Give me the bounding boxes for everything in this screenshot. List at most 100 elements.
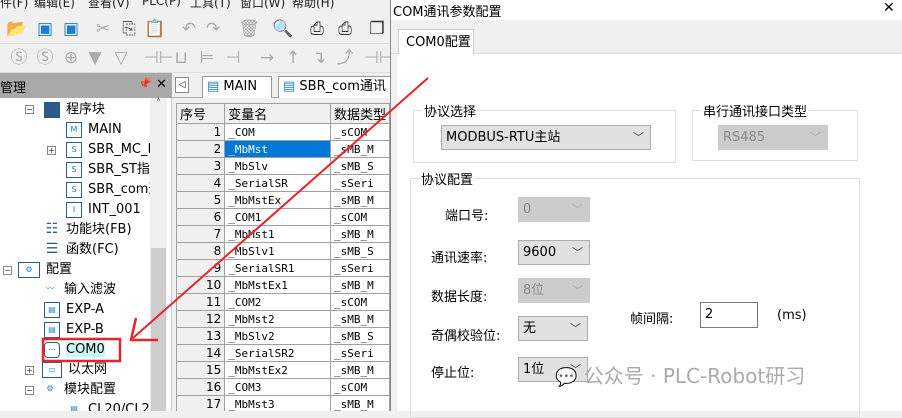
table-row[interactable]: 5 _MbMstEx _sMB_M — [176, 191, 390, 209]
protocol-select[interactable]: MODBUS-RTU主站 ﹀ — [441, 125, 651, 150]
data-type[interactable]: _sMB_S — [329, 242, 390, 260]
contact-nc-icon[interactable]: ⊣⊢ — [364, 47, 394, 69]
tree-item-config[interactable]: ⚙ 配置 — [18, 260, 72, 280]
menu-window[interactable]: 窗口(W) — [240, 0, 285, 11]
variable-name[interactable]: _MbMstEx1 — [224, 276, 331, 294]
variable-name[interactable]: _SerialSR — [224, 174, 331, 192]
window-icon[interactable]: ❐ — [366, 18, 388, 40]
line-up-icon[interactable]: ⤴ — [334, 47, 356, 69]
col-header-type[interactable]: 数据类型 — [329, 103, 390, 124]
table-row[interactable]: 1 _COM _sCOM — [176, 123, 390, 141]
menu-edit[interactable]: 编辑(E) — [34, 0, 75, 11]
menu-file[interactable]: 件(F) — [0, 0, 28, 11]
table-row[interactable]: 16 _COM3 _sCOM — [176, 378, 390, 396]
variable-name[interactable]: _MbMst3 — [224, 395, 331, 411]
variable-name[interactable]: _MbMst2 — [224, 310, 331, 328]
table-row[interactable]: 10 _MbMstEx1 _sMB_M — [176, 276, 390, 294]
save-icon[interactable]: ▣ — [34, 18, 56, 40]
table-row[interactable]: 11 _COM2 _sCOM — [176, 293, 390, 311]
close-icon[interactable]: ✕ — [883, 0, 895, 16]
copy-icon[interactable]: ⎘ — [118, 18, 140, 40]
interface-type-select[interactable]: RS485 ﹀ — [718, 125, 828, 150]
variable-name[interactable]: _MbMst — [224, 140, 331, 158]
tree-item-main[interactable]: M MAIN — [66, 120, 122, 140]
table-row[interactable]: 17 _MbMst3 _sMB_M — [176, 395, 390, 411]
variable-name[interactable]: _MbMst1 — [224, 225, 331, 243]
data-type[interactable]: _sSeri — [329, 259, 390, 277]
data-type[interactable]: _sMB_M — [329, 191, 390, 209]
hline-icon[interactable]: → — [256, 47, 278, 69]
paste-icon[interactable]: 📋 — [144, 18, 166, 40]
tab-scroll-left-icon[interactable]: ◁ — [175, 77, 189, 93]
contact-icon[interactable]: ⊕ — [60, 47, 82, 69]
table-row[interactable]: 14 _SerialSR2 _sSeri — [176, 344, 390, 362]
data-type[interactable]: _sCOM — [329, 208, 390, 226]
baud-select[interactable]: 9600 ﹀ — [518, 240, 590, 265]
table-row[interactable]: 15 _MbMstEx2 _sMB_M — [176, 361, 390, 379]
print-preview-icon[interactable]: ⎙ — [306, 18, 328, 40]
tree-item-input-filter[interactable]: 〰输入滤波 — [42, 280, 116, 300]
table-row[interactable]: 13 _MbSlv2 _sMB_S — [176, 327, 390, 345]
vline-icon[interactable]: ↑ — [282, 47, 304, 69]
tree-item-cl20[interactable]: ▤ CL20/CL20 — [66, 400, 158, 411]
variable-name[interactable]: _COM2 — [224, 293, 331, 311]
tree-item-sbr-mc[interactable]: S SBR_MC_R — [66, 140, 157, 160]
tree-item-exp-a[interactable]: ▤ EXP-A — [44, 300, 104, 320]
collapse-icon[interactable]: − — [25, 386, 34, 395]
set-icon[interactable]: Ⓢ — [34, 47, 56, 69]
variable-name[interactable]: _MbSlv1 — [224, 242, 331, 260]
frame-interval-input[interactable]: 2 — [700, 302, 758, 328]
variable-name[interactable]: _COM — [224, 123, 331, 141]
branch4-icon[interactable]: ⊣ — [222, 47, 244, 69]
data-type[interactable]: _sMB_M — [329, 310, 390, 328]
menu-help[interactable]: 帮助(H) — [292, 0, 334, 11]
down-arrow-icon[interactable]: ▼ — [84, 47, 106, 69]
parity-select[interactable]: 无 ﹀ — [518, 316, 588, 341]
tab-main[interactable]: ▤ MAIN — [202, 76, 272, 98]
table-row[interactable]: 9 _SerialSR1 _sSeri — [176, 259, 390, 277]
variable-name[interactable]: _COM1 — [224, 208, 331, 226]
down-outline-icon[interactable]: ▽ — [110, 47, 132, 69]
menu-plc[interactable]: PLC(P) — [142, 0, 181, 8]
variable-name[interactable]: _MbSlv — [224, 157, 331, 175]
table-row[interactable]: 7 _MbMst1 _sMB_M — [176, 225, 390, 243]
data-type[interactable]: _sMB_M — [329, 140, 390, 158]
data-type[interactable]: _sMB_S — [329, 157, 390, 175]
tab-sbr-com[interactable]: ▤ SBR_com通讯 * — [278, 76, 398, 98]
data-type[interactable]: _sMB_M — [329, 225, 390, 243]
expand-icon[interactable]: + — [47, 146, 56, 155]
col-header-name[interactable]: 变量名 — [224, 103, 331, 124]
tree-item-module-config[interactable]: ⚙ 模块配置 — [42, 380, 116, 400]
variable-name[interactable]: _SerialSR2 — [224, 344, 331, 362]
data-type[interactable]: _sCOM — [329, 378, 390, 396]
data-type[interactable]: _sSeri — [329, 344, 390, 362]
search-icon[interactable]: 🔍 — [272, 18, 294, 40]
save-all-icon[interactable]: ▣ — [60, 18, 82, 40]
branch3-icon[interactable]: ⊨ — [196, 47, 218, 69]
data-type[interactable]: _sCOM — [329, 293, 390, 311]
tree-item-int[interactable]: I INT_001 — [66, 200, 141, 220]
collapse-icon[interactable]: − — [3, 266, 12, 275]
delete-icon[interactable]: 🗑 — [238, 18, 260, 40]
expand-icon[interactable]: + — [25, 366, 34, 375]
data-type[interactable]: _sCOM — [329, 123, 390, 141]
table-row[interactable]: 2 _MbMst _sMB_M — [176, 140, 390, 158]
pin-icon[interactable]: 📌 — [138, 77, 152, 90]
tree-item-exp-b[interactable]: ▤ EXP-B — [44, 320, 104, 340]
cut-icon[interactable]: ✂ — [92, 18, 114, 40]
data-type[interactable]: _sMB_M — [329, 276, 390, 294]
variable-name[interactable]: _SerialSR1 — [224, 259, 331, 277]
open-folder-icon[interactable]: 📂 — [6, 18, 28, 40]
branch2-icon[interactable]: ⊔ — [170, 47, 192, 69]
variable-name[interactable]: _MbMstEx — [224, 191, 331, 209]
variable-name[interactable]: _COM3 — [224, 378, 331, 396]
table-row[interactable]: 8 _MbSlv1 _sMB_S — [176, 242, 390, 260]
data-type[interactable]: _sMB_M — [329, 395, 390, 411]
close-icon[interactable]: ✕ — [156, 77, 167, 92]
data-type[interactable]: _sSeri — [329, 174, 390, 192]
table-row[interactable]: 3 _MbSlv _sMB_S — [176, 157, 390, 175]
tree-item-fb[interactable]: ☷ 功能块(FB) — [44, 220, 132, 240]
table-row[interactable]: 12 _MbMst2 _sMB_M — [176, 310, 390, 328]
table-row[interactable]: 4 _SerialSR _sSeri — [176, 174, 390, 192]
tree-item-com0[interactable]: ⋯ COM0 — [44, 340, 105, 360]
